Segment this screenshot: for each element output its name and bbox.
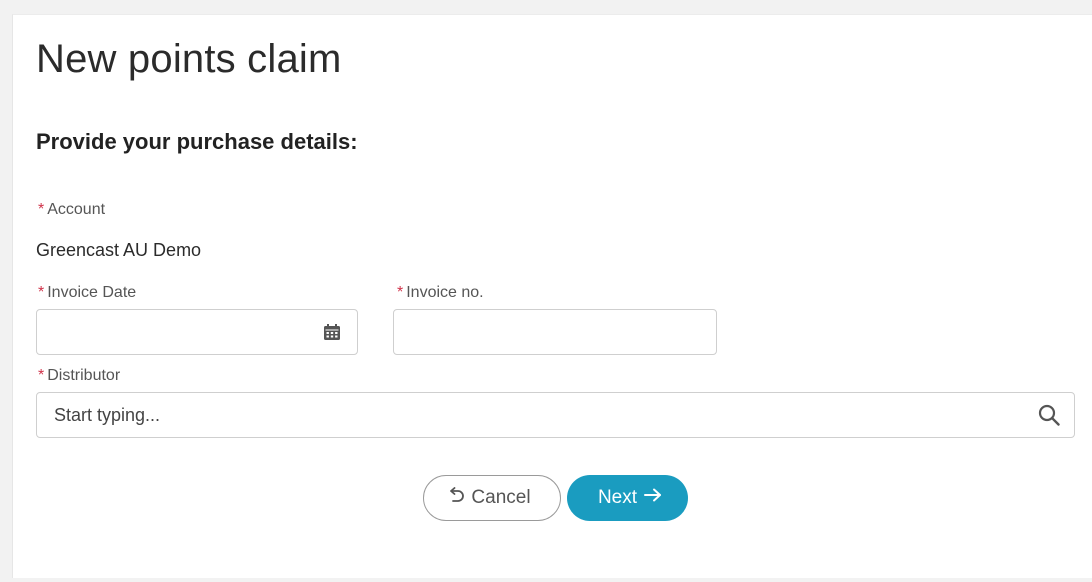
required-marker: * <box>38 284 45 301</box>
invoice-date-input[interactable] <box>37 310 357 354</box>
claim-form-card: New points claim Provide your purchase d… <box>12 14 1092 578</box>
next-button[interactable]: Next <box>567 475 688 521</box>
required-marker: * <box>397 284 404 301</box>
arrow-right-icon <box>643 487 663 509</box>
distributor-label: * Distributor <box>38 367 121 384</box>
invoice-no-label: * Invoice no. <box>397 284 484 301</box>
undo-icon <box>447 487 465 509</box>
account-label: * Account <box>38 201 106 218</box>
section-heading: Provide your purchase details: <box>36 129 358 154</box>
invoice-no-input[interactable] <box>394 310 716 354</box>
cancel-button[interactable]: Cancel <box>423 475 561 521</box>
calendar-icon[interactable] <box>323 323 341 341</box>
cancel-label: Cancel <box>471 487 531 508</box>
search-icon[interactable] <box>1038 404 1060 426</box>
invoice-date-field[interactable] <box>36 309 358 355</box>
required-marker: * <box>38 367 45 384</box>
account-value: Greencast AU Demo <box>36 240 202 260</box>
page-title: New points claim <box>36 37 342 81</box>
distributor-field[interactable] <box>36 392 1075 438</box>
invoice-no-field[interactable] <box>393 309 717 355</box>
next-label: Next <box>597 487 638 508</box>
distributor-search-input[interactable] <box>37 393 1074 437</box>
required-marker: * <box>38 201 45 218</box>
invoice-date-label: * Invoice Date <box>38 284 137 301</box>
